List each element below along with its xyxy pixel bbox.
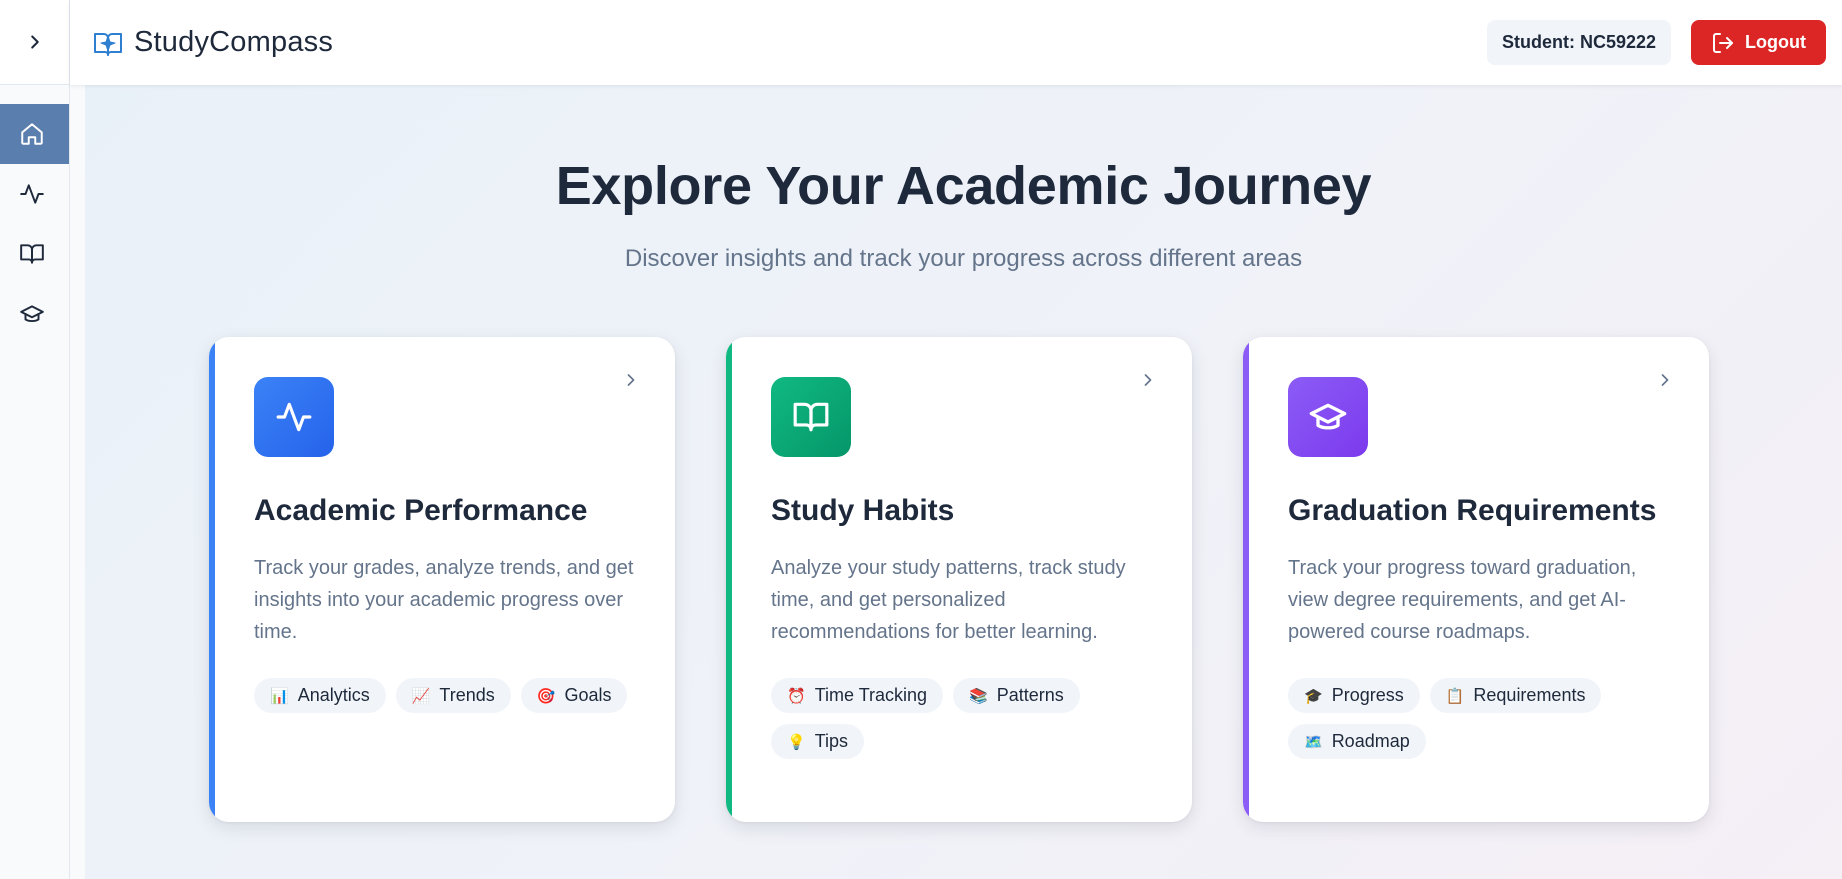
target-icon: 🎯 xyxy=(536,686,556,705)
logout-icon xyxy=(1713,32,1734,53)
compass-logo-icon xyxy=(94,32,122,56)
tag-label: Roadmap xyxy=(1331,731,1410,751)
card-academic-performance[interactable]: Academic Performance Track your grades, … xyxy=(209,337,675,822)
tag-label: Time Tracking xyxy=(814,685,928,705)
chevron-right-icon xyxy=(30,35,39,49)
graduation-cap-icon: 🎓 xyxy=(1304,686,1323,705)
brand[interactable]: StudyCompass xyxy=(92,26,333,59)
card-title: Academic Performance xyxy=(254,494,588,527)
sidebar xyxy=(0,0,70,879)
tag-label: Progress xyxy=(1331,685,1404,705)
tag-label: Goals xyxy=(564,685,612,705)
chevron-right-icon[interactable] xyxy=(621,370,641,390)
tag-progress: 🎓 Progress xyxy=(1288,678,1420,713)
card-description: Track your progress toward graduation, v… xyxy=(1288,557,1637,643)
card-study-habits[interactable]: Study Habits Analyze your study patterns… xyxy=(726,337,1192,822)
sidebar-item-home[interactable] xyxy=(0,104,69,164)
app-title: StudyCompass xyxy=(134,26,334,58)
chart-icon: 📊 xyxy=(270,686,289,705)
tag-label: Patterns xyxy=(996,685,1064,705)
sidebar-nav xyxy=(0,85,69,344)
tag-roadmap: 🗺️ Roadmap xyxy=(1288,724,1426,759)
sidebar-item-graduation[interactable] xyxy=(0,284,69,344)
tag-list: 🎓 Progress 📋 Requirements 🗺️ Roadmap xyxy=(1288,678,1683,759)
page-title: Explore Your Academic Journey xyxy=(555,156,1372,216)
card-description: Analyze your study patterns, track study… xyxy=(771,557,1126,643)
graduation-cap-icon xyxy=(20,305,44,323)
tag-label: Requirements xyxy=(1473,685,1586,705)
trending-up-icon: 📈 xyxy=(411,686,431,705)
tag-patterns: 📚 Patterns xyxy=(953,678,1080,713)
sidebar-toggle-button[interactable] xyxy=(0,0,69,85)
card-icon-tile xyxy=(1288,377,1368,457)
lightbulb-icon: 💡 xyxy=(787,732,806,751)
chevron-right-icon[interactable] xyxy=(1655,370,1675,390)
books-icon: 📚 xyxy=(969,686,988,705)
chevron-right-icon[interactable] xyxy=(1138,370,1158,390)
tag-requirements: 📋 Requirements xyxy=(1429,678,1602,713)
book-open-icon xyxy=(793,402,829,432)
tag-list: 📊 Analytics 📈 Trends 🎯 Goals xyxy=(254,678,649,713)
sidebar-item-performance[interactable] xyxy=(0,164,69,224)
card-title: Graduation Requirements xyxy=(1288,494,1657,527)
header-actions: Student: NC59222 Logout xyxy=(1486,20,1842,65)
alarm-clock-icon: ⏰ xyxy=(787,686,806,705)
map-icon: 🗺️ xyxy=(1304,732,1323,751)
tag-trends: 📈 Trends xyxy=(395,678,511,713)
book-open-icon xyxy=(20,244,44,264)
card-accent-bar xyxy=(1243,337,1249,822)
tag-label: Analytics xyxy=(297,685,370,705)
tag-time-tracking: ⏰ Time Tracking xyxy=(771,678,944,713)
main-content: Explore Your Academic Journey Discover i… xyxy=(85,85,1842,879)
page-subtitle: Discover insights and track your progres… xyxy=(624,245,1303,272)
tag-analytics: 📊 Analytics xyxy=(254,678,386,713)
card-description: Track your grades, analyze trends, and g… xyxy=(254,557,634,643)
sidebar-item-study-habits[interactable] xyxy=(0,224,69,284)
tag-label: Tips xyxy=(814,731,849,751)
card-accent-bar xyxy=(209,337,215,822)
card-icon-tile xyxy=(771,377,851,457)
card-graduation-requirements[interactable]: Graduation Requirements Track your progr… xyxy=(1243,337,1709,822)
tag-tips: 💡 Tips xyxy=(771,724,865,759)
logout-label: Logout xyxy=(1745,32,1806,52)
tag-list: ⏰ Time Tracking 📚 Patterns 💡 Tips xyxy=(771,678,1166,759)
graduation-cap-icon xyxy=(1309,403,1347,430)
card-accent-bar xyxy=(726,337,732,822)
logout-button[interactable]: Logout xyxy=(1691,20,1826,65)
activity-icon xyxy=(276,402,312,432)
activity-icon xyxy=(20,184,44,204)
clipboard-icon: 📋 xyxy=(1445,686,1465,705)
card-icon-tile xyxy=(254,377,334,457)
top-header: StudyCompass Student: NC59222 Logout xyxy=(70,0,1842,85)
card-title: Study Habits xyxy=(771,494,955,527)
tag-label: Trends xyxy=(439,685,495,705)
home-icon xyxy=(21,123,43,145)
tag-goals: 🎯 Goals xyxy=(520,678,628,713)
student-id-badge: Student: NC59222 xyxy=(1486,20,1672,65)
